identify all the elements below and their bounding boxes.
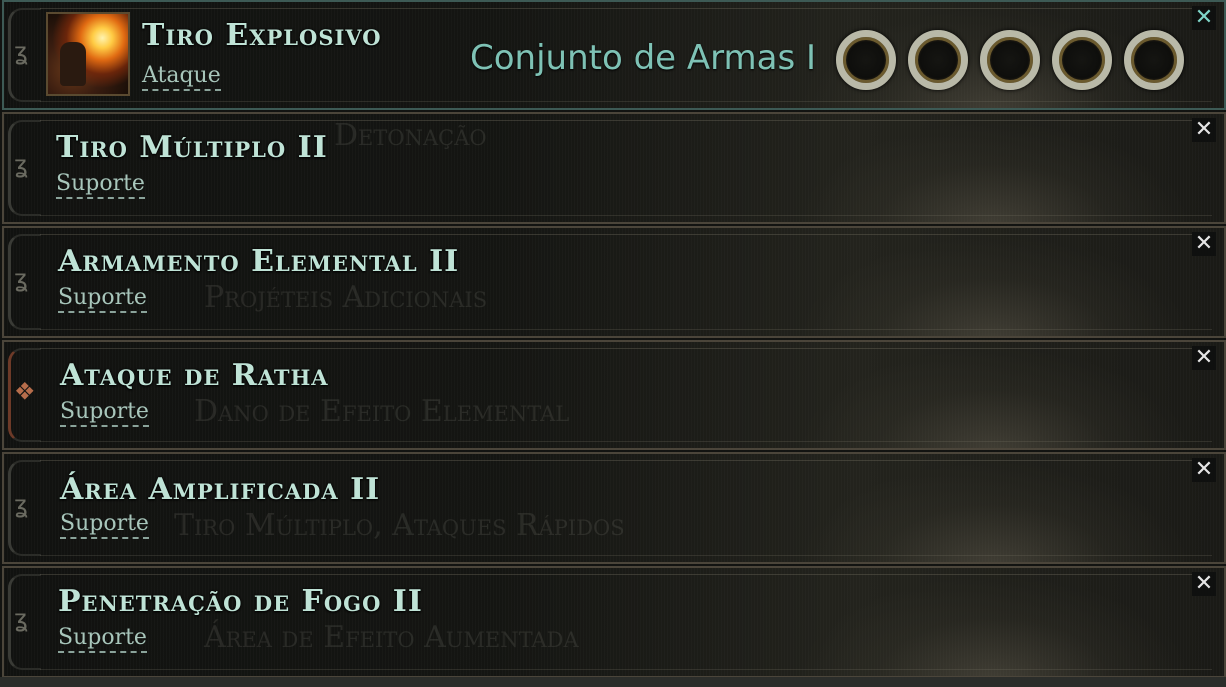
close-icon[interactable]: ✕ bbox=[1192, 232, 1216, 256]
gem-socket-2[interactable] bbox=[908, 30, 968, 90]
row-bracket: ʓ bbox=[8, 8, 41, 102]
ornament-icon: ʓ bbox=[14, 490, 28, 519]
background-text: Dano de Efeito Elemental bbox=[194, 394, 570, 429]
support-row[interactable]: ʓ Tiro Múltiplo, Ataques Rápidos Área Am… bbox=[2, 452, 1226, 564]
ornament-icon: ʓ bbox=[14, 37, 28, 66]
gem-socket-4[interactable] bbox=[1052, 30, 1112, 90]
support-row[interactable]: ʓ Detonação Tiro Múltiplo II Suporte ✕ bbox=[2, 112, 1226, 224]
skill-row-main[interactable]: ʓ Tiro Explosivo Ataque Conjunto de Arma… bbox=[2, 0, 1226, 110]
support-type[interactable]: Suporte bbox=[60, 400, 149, 427]
support-type[interactable]: Suporte bbox=[60, 512, 149, 539]
panel-footer-bar bbox=[0, 677, 1226, 687]
ratha-ornament-icon: ❖ bbox=[14, 377, 36, 406]
skill-gem-panel: ʓ Tiro Explosivo Ataque Conjunto de Arma… bbox=[0, 0, 1226, 687]
close-icon[interactable]: ✕ bbox=[1192, 458, 1216, 482]
support-type[interactable]: Suporte bbox=[58, 626, 147, 653]
row-bracket: ʓ bbox=[8, 460, 41, 556]
background-text: Área de Efeito Aumentada bbox=[204, 620, 579, 655]
row-bracket: ❖ bbox=[8, 348, 41, 442]
gem-socket-1[interactable] bbox=[836, 30, 896, 90]
support-name: Tiro Múltiplo II bbox=[56, 130, 328, 165]
background-text: Tiro Múltiplo, Ataques Rápidos bbox=[174, 508, 625, 543]
support-type[interactable]: Suporte bbox=[58, 286, 147, 313]
row-bracket: ʓ bbox=[8, 234, 41, 330]
support-row[interactable]: ʓ Projéteis Adicionais Armamento Element… bbox=[2, 226, 1226, 338]
close-icon[interactable]: ✕ bbox=[1192, 6, 1216, 30]
support-row[interactable]: ʓ Área de Efeito Aumentada Penetração de… bbox=[2, 566, 1226, 678]
support-name: Ataque de Ratha bbox=[60, 358, 329, 393]
row-bracket: ʓ bbox=[8, 574, 41, 670]
weapon-set-label: Conjunto de Armas I bbox=[470, 38, 817, 78]
row-bracket: ʓ bbox=[8, 120, 41, 216]
close-icon[interactable]: ✕ bbox=[1192, 118, 1216, 142]
close-icon[interactable]: ✕ bbox=[1192, 572, 1216, 596]
support-type[interactable]: Suporte bbox=[56, 172, 145, 199]
background-text: Detonação bbox=[334, 118, 487, 153]
close-icon[interactable]: ✕ bbox=[1192, 346, 1216, 370]
support-name: Penetração de Fogo II bbox=[58, 584, 423, 619]
skill-name: Tiro Explosivo bbox=[142, 18, 382, 53]
ornament-icon: ʓ bbox=[14, 264, 28, 293]
ornament-icon: ʓ bbox=[14, 604, 28, 633]
support-name: Área Amplificada II bbox=[60, 472, 381, 507]
support-row[interactable]: ❖ Dano de Efeito Elemental Ataque de Rat… bbox=[2, 340, 1226, 450]
gem-socket-5[interactable] bbox=[1124, 30, 1184, 90]
support-name: Armamento Elemental II bbox=[58, 244, 460, 279]
ornament-icon: ʓ bbox=[14, 150, 28, 179]
skill-type[interactable]: Ataque bbox=[142, 64, 221, 91]
explosive-shot-icon[interactable] bbox=[46, 12, 130, 96]
background-text: Projéteis Adicionais bbox=[204, 280, 488, 315]
archer-figure bbox=[60, 42, 86, 86]
gem-socket-3[interactable] bbox=[980, 30, 1040, 90]
